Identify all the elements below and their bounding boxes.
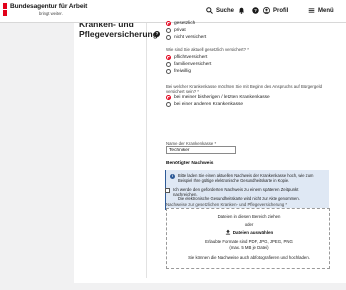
question-how-insured: Wie sind Sie aktuell gesetzlich versiche… xyxy=(166,47,249,52)
notifications-button[interactable] xyxy=(238,7,245,14)
brand-name[interactable]: Bundesagentur für Arbeit xyxy=(10,3,87,10)
radio-gesetzlich[interactable]: gesetzlich xyxy=(166,21,195,26)
upload-icon xyxy=(225,229,230,235)
dropzone-hint-text: Sie können die Nachweise auch abfotograf… xyxy=(188,255,310,260)
radio-icon[interactable] xyxy=(166,69,171,74)
info-icon: i xyxy=(170,174,175,179)
search-label: Suche xyxy=(216,7,235,14)
radio-privat[interactable]: privat xyxy=(166,28,186,33)
search-icon xyxy=(206,7,213,14)
radio-label: nicht versichert xyxy=(174,35,207,40)
bell-icon xyxy=(238,7,245,14)
radio-label: pflichtversichert xyxy=(174,55,208,60)
top-header: Bundesagentur für Arbeit bringt weiter. … xyxy=(0,0,346,23)
search-button[interactable]: Suche xyxy=(206,7,234,14)
radio-bisherige-kasse[interactable]: bei meiner bisherigen / letzten Krankenk… xyxy=(166,95,270,100)
ba-logo-icon xyxy=(3,3,7,9)
dropzone-or-text: oder xyxy=(244,222,254,227)
radio-icon[interactable] xyxy=(166,35,171,40)
radio-label: freiwillig xyxy=(174,69,192,74)
help-icon: ? xyxy=(252,7,259,14)
proof-title: Benötigter Nachweis xyxy=(166,161,214,166)
radio-selected-icon[interactable] xyxy=(166,21,171,26)
question-which-insurer-line2: versichert sein? * xyxy=(166,89,199,94)
menu-button[interactable]: Menü xyxy=(308,7,334,14)
menu-label: Menü xyxy=(318,7,334,14)
help-button[interactable]: ? xyxy=(252,7,259,14)
later-submission-checkbox-row[interactable]: Ich werde den geforderten Nachweis zu ei… xyxy=(165,187,323,198)
brand-claim: bringt weiter. xyxy=(39,11,63,16)
dropzone-formats-text: Erlaubte Formate sind PDF, JPG, JPEG, PN… xyxy=(205,239,293,244)
later-submission-checkbox[interactable] xyxy=(165,187,170,193)
radio-icon[interactable] xyxy=(166,28,171,33)
proof-info-text: Bitte laden Sie einen aktuellen Nachweis… xyxy=(178,173,314,184)
radio-label: privat xyxy=(174,28,186,33)
later-submission-label: Ich werde den geforderten Nachweis zu ei… xyxy=(173,187,299,198)
insurer-name-input[interactable] xyxy=(166,146,236,154)
radio-icon[interactable] xyxy=(166,102,171,107)
section-title: Pflegeversicherung xyxy=(79,29,158,39)
upload-label: Nachweise zur gesetzlichen Kranken- und … xyxy=(166,202,288,207)
select-files-label: Dateien auswählen xyxy=(232,229,274,235)
user-icon xyxy=(263,7,270,14)
radio-label: bei einer anderen Krankenkasse xyxy=(174,102,244,107)
profile-button[interactable]: Profil xyxy=(263,7,288,14)
svg-text:?: ? xyxy=(254,8,257,13)
radio-freiwillig[interactable]: freiwillig xyxy=(166,69,191,74)
radio-pflichtversichert[interactable]: pflichtversichert xyxy=(166,55,207,60)
radio-icon[interactable] xyxy=(166,62,171,67)
select-files-button[interactable]: Dateien auswählen xyxy=(213,229,285,235)
column-divider xyxy=(146,23,147,278)
radio-selected-icon[interactable] xyxy=(166,55,171,60)
radio-nicht-versichert[interactable]: nicht versichert xyxy=(166,35,206,40)
profile-label: Profil xyxy=(273,7,289,14)
file-dropzone[interactable]: Dateien in diesen Bereich ziehen oder Da… xyxy=(166,208,330,269)
radio-label: bei meiner bisherigen / letzten Krankenk… xyxy=(174,95,270,100)
dropzone-max-size-text: (max. 5 MB je Datei) xyxy=(229,245,269,250)
section-info-icon[interactable]: ? xyxy=(154,31,160,37)
radio-selected-icon[interactable] xyxy=(166,95,171,100)
radio-andere-kasse[interactable]: bei einer anderen Krankenkasse xyxy=(166,102,243,107)
radio-label: gesetzlich xyxy=(174,21,196,26)
hamburger-icon xyxy=(308,8,315,13)
dropzone-drag-text: Dateien in diesen Bereich ziehen xyxy=(217,214,281,219)
ba-logo-icon-lower xyxy=(3,10,7,16)
radio-familienversichert[interactable]: familienversichert xyxy=(166,62,211,67)
radio-label: familienversichert xyxy=(174,62,212,67)
